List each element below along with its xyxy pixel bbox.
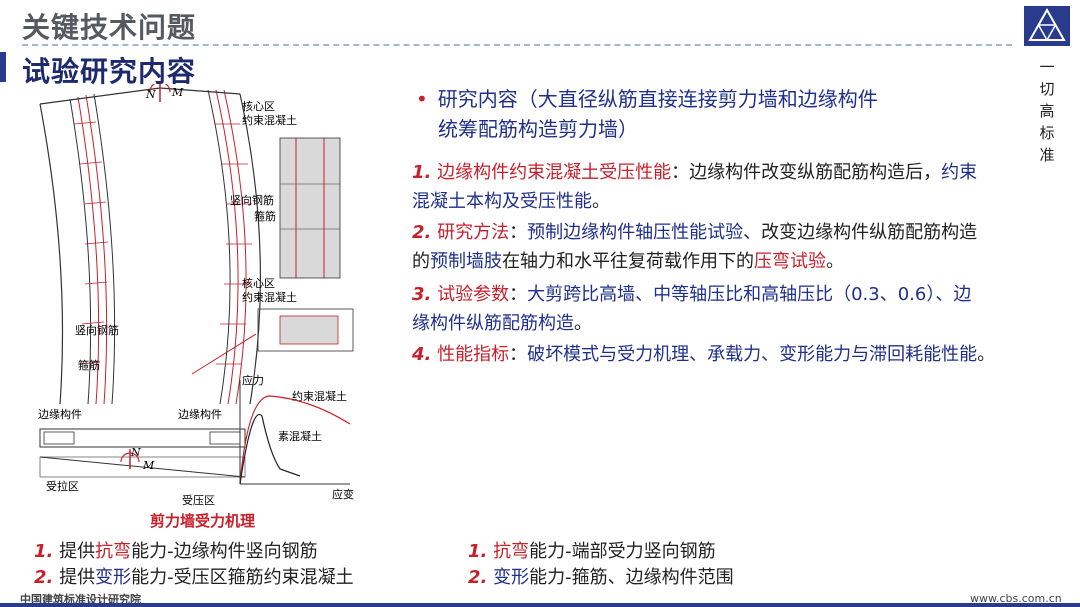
- label-confined-1: 约束混凝土: [242, 113, 297, 127]
- item-2: 2. 研究方法：预制边缘构件轴压性能试验、改变边缘构件纵筋配筋构造 的预制墙肢在…: [412, 222, 978, 272]
- label-confined-curve: 约束混凝土: [292, 389, 347, 403]
- label-m-top: M: [171, 86, 184, 99]
- label-edge-left: 边缘构件: [38, 407, 82, 421]
- label-confined-2: 约束混凝土: [242, 290, 297, 304]
- figure-caption: 剪力墙受力机理: [150, 512, 256, 530]
- label-n-top: N: [145, 88, 156, 101]
- label-m-bottom: M: [142, 459, 155, 472]
- page-title: 关键技术问题: [22, 11, 197, 44]
- label-tension-zone: 受拉区: [46, 479, 79, 493]
- research-bullet: • 研究内容（大直径纵筋直接连接剪力墙和边缘构件 统筹配筋构造剪力墙）: [416, 87, 878, 141]
- label-core-zone-2: 核心区: [242, 276, 275, 290]
- label-vertical-bar: 竖向钢筋: [75, 323, 119, 337]
- footer-bar: [0, 603, 1080, 607]
- logo-icon: [1024, 6, 1070, 46]
- label-core-zone-1: 核心区: [242, 99, 275, 113]
- item-1: 1. 边缘构件约束混凝土受压性能：边缘构件改变纵筋配筋构造后，约束 混凝土本构及…: [412, 162, 978, 212]
- label-strain: 应变: [332, 487, 354, 501]
- bottom-right-list: 1. 抗弯能力-端部受力竖向钢筋 2. 变形能力-箍筋、边缘构件范围: [468, 541, 734, 588]
- item-3: 3. 试验参数：大剪跨比高墙、中等轴压比和高轴压比（0.3、0.6）、边 缘构件…: [412, 284, 972, 334]
- label-stirrup-2: 箍筋: [254, 209, 276, 223]
- label-stirrup: 箍筋: [78, 358, 100, 372]
- label-n-bottom: N: [130, 446, 141, 459]
- item-4: 4. 性能指标：破坏模式与受力机理、承载力、变形能力与滞回耗能性能。: [412, 344, 996, 365]
- label-vertical-bar-2: 竖向钢筋: [230, 193, 274, 207]
- shear-wall-diagram: N M 竖向钢筋 箍筋 边缘构件 边缘构件 N M 受拉区 受压区 核心区 约束…: [38, 84, 354, 507]
- bottom-left-list: 1. 提供抗弯能力-边缘构件竖向钢筋 2. 提供变形能力-受压区箍筋约束混凝土: [34, 541, 354, 588]
- label-compression-zone: 受压区: [182, 494, 215, 507]
- label-plain-curve: 素混凝土: [278, 429, 322, 443]
- title-divider: [22, 44, 1012, 46]
- logo-slogan: 一 切 高 标 准: [1039, 58, 1055, 164]
- label-edge-right: 边缘构件: [178, 407, 222, 421]
- label-stress: 应力: [242, 373, 264, 387]
- title-accent-bar: [0, 52, 6, 82]
